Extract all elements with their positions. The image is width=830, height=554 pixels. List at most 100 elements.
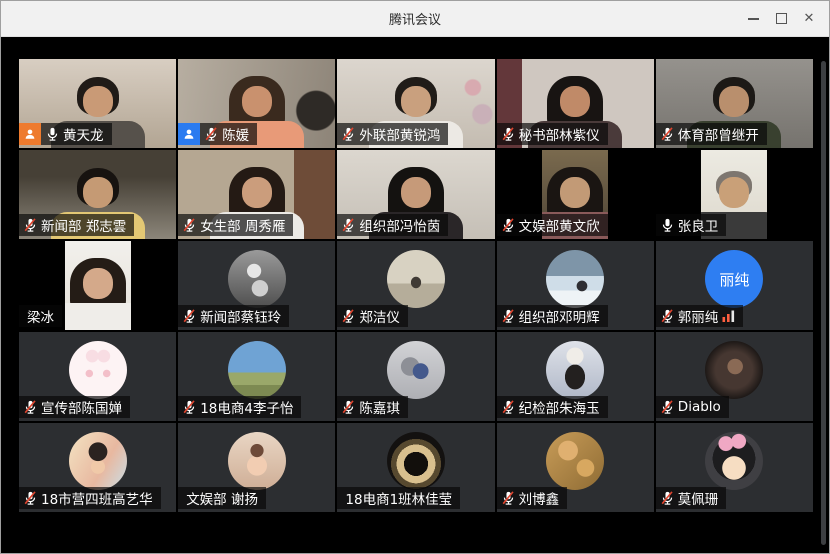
- participant-tile[interactable]: 莫佩珊: [656, 423, 813, 512]
- participant-tile[interactable]: 郑洁仪: [337, 241, 494, 330]
- mic-muted-icon: [661, 490, 674, 506]
- participant-avatar: [705, 341, 763, 399]
- meeting-window: 腾讯会议 ✕ 黄天龙 陈媛 外联部黄锐鸿 秘书部林紫仪 体育部曾继开新闻部 郑志雲 女生部…: [0, 0, 830, 554]
- name-plate: Diablo: [656, 396, 729, 418]
- participant-tile[interactable]: 组织部冯怡茵: [337, 150, 494, 239]
- participant-label: 黄天龙: [19, 123, 112, 145]
- participant-tile[interactable]: 纪检部朱海玉: [497, 332, 654, 421]
- mic-muted-icon: [342, 126, 355, 142]
- participant-label: 文娱部 谢扬: [178, 487, 266, 509]
- close-icon: ✕: [804, 12, 815, 25]
- mic-muted-icon: [661, 308, 674, 324]
- participant-tile[interactable]: 秘书部林紫仪: [497, 59, 654, 148]
- participant-tile[interactable]: 新闻部蔡钰玲: [178, 241, 335, 330]
- mic-on-icon: [661, 217, 674, 233]
- title-bar: 腾讯会议 ✕: [1, 1, 829, 37]
- participant-tile[interactable]: 陈嘉琪: [337, 332, 494, 421]
- participant-name: 18电商1班林佳莹: [345, 488, 452, 508]
- participant-name: 18市营四班高艺华: [41, 488, 153, 508]
- person-silhouette: [65, 241, 131, 330]
- name-plate: 张良卫: [656, 214, 727, 236]
- participant-name: 文娱部黄文欣: [519, 215, 600, 235]
- mic-muted-icon: [502, 126, 515, 142]
- participant-label: 18电商1班林佳莹: [337, 487, 460, 509]
- name-plate: 刘博鑫: [497, 487, 568, 509]
- participant-label: 宣传部陈国婵: [19, 396, 130, 418]
- name-plate: 女生部 周秀雁: [178, 214, 293, 236]
- participant-tile[interactable]: 组织部邓明辉: [497, 241, 654, 330]
- participant-name: 陈媛: [222, 124, 249, 144]
- participant-tile[interactable]: 陈媛: [178, 59, 335, 148]
- participant-label: Diablo: [656, 396, 729, 418]
- participant-name: 黄天龙: [63, 124, 104, 144]
- participant-avatar: [228, 432, 286, 490]
- participant-tile[interactable]: Diablo: [656, 332, 813, 421]
- maximize-icon: [776, 13, 787, 24]
- host-badge: [19, 123, 41, 145]
- participant-name: 陈嘉琪: [359, 397, 400, 417]
- participant-tile[interactable]: 18市营四班高艺华: [19, 423, 176, 512]
- participant-tile[interactable]: 丽纯郭丽纯: [656, 241, 813, 330]
- participant-avatar: [705, 432, 763, 490]
- participant-tile[interactable]: 外联部黄锐鸿: [337, 59, 494, 148]
- mic-muted-icon: [502, 490, 515, 506]
- name-plate: 陈嘉琪: [337, 396, 408, 418]
- participant-label: 刘博鑫: [497, 487, 568, 509]
- mic-muted-icon: [661, 399, 674, 415]
- participant-tile[interactable]: 黄天龙: [19, 59, 176, 148]
- name-plate: 组织部冯怡茵: [337, 214, 448, 236]
- name-plate: 组织部邓明辉: [497, 305, 608, 327]
- mic-muted-icon: [502, 217, 515, 233]
- participant-label: 莫佩珊: [656, 487, 727, 509]
- close-button[interactable]: ✕: [795, 1, 823, 36]
- participant-tile[interactable]: 文娱部黄文欣: [497, 150, 654, 239]
- participant-label: 18市营四班高艺华: [19, 487, 161, 509]
- mic-muted-icon: [342, 399, 355, 415]
- participant-avatar: [69, 341, 127, 399]
- participant-name: 体育部曾继开: [678, 124, 759, 144]
- participant-tile[interactable]: 宣传部陈国婵: [19, 332, 176, 421]
- participant-avatar: [69, 432, 127, 490]
- participant-avatar: [228, 250, 286, 308]
- participant-name: 张良卫: [678, 215, 719, 235]
- mic-muted-icon: [342, 308, 355, 324]
- participant-tile[interactable]: 体育部曾继开: [656, 59, 813, 148]
- network-signal-icon: [722, 310, 735, 322]
- participant-tile[interactable]: 刘博鑫: [497, 423, 654, 512]
- name-plate: 莫佩珊: [656, 487, 727, 509]
- participant-tile[interactable]: 张良卫: [656, 150, 813, 239]
- minimize-button[interactable]: [739, 1, 767, 36]
- participant-label: 郑洁仪: [337, 305, 408, 327]
- participant-tile[interactable]: 18电商4李子怡: [178, 332, 335, 421]
- participant-name: 外联部黄锐鸿: [359, 124, 440, 144]
- window-title: 腾讯会议: [389, 9, 441, 28]
- participant-name: 文娱部 谢扬: [186, 488, 258, 508]
- participant-tile[interactable]: 女生部 周秀雁: [178, 150, 335, 239]
- participant-tile[interactable]: 梁冰: [19, 241, 176, 330]
- member-badge: [178, 123, 200, 145]
- name-plate: 文娱部 谢扬: [178, 487, 266, 509]
- participant-label: 女生部 周秀雁: [178, 214, 293, 236]
- mic-muted-icon: [183, 308, 196, 324]
- portrait-video-strip: [65, 241, 131, 330]
- participant-tile[interactable]: 新闻部 郑志雲: [19, 150, 176, 239]
- name-plate: 陈媛: [200, 123, 257, 145]
- participant-name: 秘书部林紫仪: [519, 124, 600, 144]
- participant-name: 郑洁仪: [359, 306, 400, 326]
- maximize-button[interactable]: [767, 1, 795, 36]
- video-gallery: 黄天龙陈媛外联部黄锐鸿秘书部林紫仪体育部曾继开新闻部 郑志雲女生部 周秀雁组织部…: [1, 37, 829, 553]
- participant-tile[interactable]: 18电商1班林佳莹: [337, 423, 494, 512]
- mic-muted-icon: [24, 399, 37, 415]
- participant-label: 体育部曾继开: [656, 123, 767, 145]
- name-plate: 宣传部陈国婵: [19, 396, 130, 418]
- participant-name: Diablo: [678, 399, 721, 415]
- participant-tile[interactable]: 文娱部 谢扬: [178, 423, 335, 512]
- participant-name: 组织部冯怡茵: [359, 215, 440, 235]
- participant-label: 新闻部 郑志雲: [19, 214, 134, 236]
- participant-avatar: [387, 250, 445, 308]
- name-plate: 18电商4李子怡: [178, 396, 301, 418]
- participant-name: 纪检部朱海玉: [519, 397, 600, 417]
- participant-name: 女生部 周秀雁: [200, 215, 285, 235]
- minimize-icon: [748, 18, 759, 20]
- scrollbar[interactable]: [821, 61, 826, 545]
